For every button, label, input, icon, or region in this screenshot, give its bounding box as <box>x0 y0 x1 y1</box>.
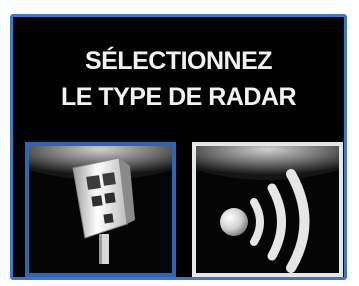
screen-title: SÉLECTIONNEZ LE TYPE DE RADAR <box>13 43 344 115</box>
title-line-1: SÉLECTIONNEZ <box>84 47 273 75</box>
mobile-radar-icon <box>196 146 339 273</box>
mobile-radar-option[interactable] <box>192 142 343 277</box>
fixed-radar-icon <box>29 146 172 273</box>
fixed-radar-option[interactable] <box>25 142 176 277</box>
radar-type-screen: SÉLECTIONNEZ LE TYPE DE RADAR <box>10 14 347 280</box>
title-line-2: LE TYPE DE RADAR <box>60 83 297 111</box>
